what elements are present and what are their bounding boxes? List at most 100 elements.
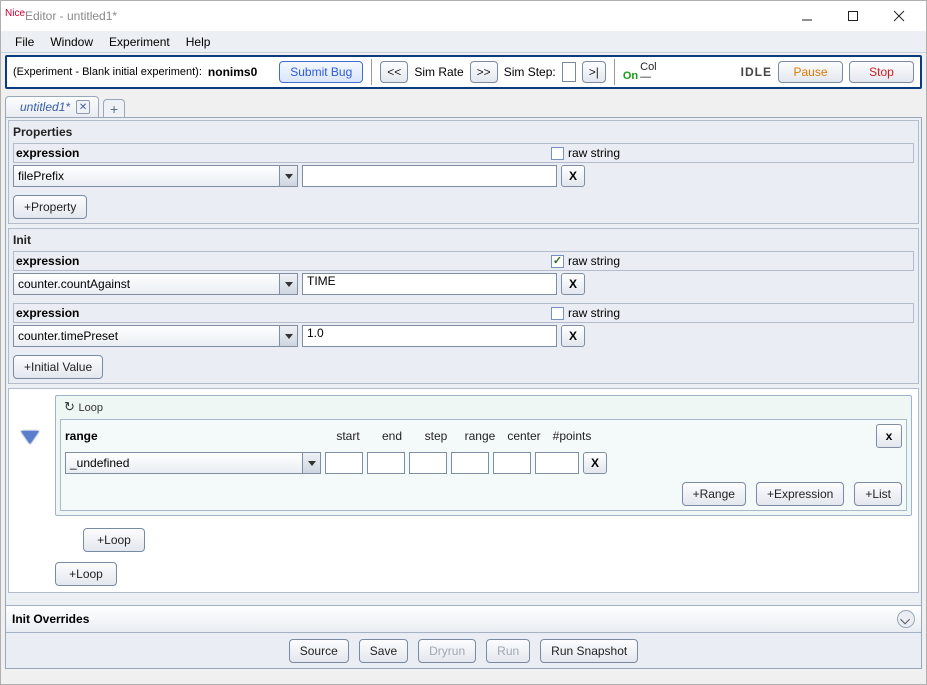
init-row: counter.timePreset 1.0 X xyxy=(13,325,914,347)
sim-step-input[interactable] xyxy=(562,62,576,82)
source-button[interactable]: Source xyxy=(289,639,349,663)
raw-string-checkbox[interactable] xyxy=(551,147,564,160)
window-title: Editor - untitled1* xyxy=(25,9,117,23)
menu-help[interactable]: Help xyxy=(178,33,219,51)
col-end: end xyxy=(373,429,411,443)
add-list-button[interactable]: +List xyxy=(854,482,902,506)
init-section: Init expression raw string counter.count… xyxy=(8,228,919,384)
separator xyxy=(371,59,372,85)
status-idle: IDLE xyxy=(741,65,772,79)
sim-rate-back-button[interactable]: << xyxy=(380,61,408,83)
save-button[interactable]: Save xyxy=(359,639,408,663)
property-row: filePrefix X xyxy=(13,165,914,187)
property-row-header: expression raw string xyxy=(13,143,914,163)
expression-label: expression xyxy=(16,146,256,160)
end-input[interactable] xyxy=(367,452,405,474)
loop-inner: range start end step range center #point… xyxy=(60,419,907,511)
sim-step-end-button[interactable]: >| xyxy=(582,61,606,83)
bottom-bar: Source Save Dryrun Run Run Snapshot xyxy=(6,632,921,668)
toolbar: (Experiment - Blank initial experiment):… xyxy=(5,55,922,89)
center-input[interactable] xyxy=(493,452,531,474)
expand-icon[interactable] xyxy=(897,610,915,628)
tab-strip: untitled1* ✕ + xyxy=(5,93,922,117)
loop-tab-label: Loop xyxy=(58,397,109,417)
expression-label: expression xyxy=(16,254,256,268)
init-title: Init xyxy=(13,233,914,247)
sim-rate-fwd-button[interactable]: >> xyxy=(470,61,498,83)
work-area: Properties expression raw string filePre… xyxy=(5,117,922,669)
range-label: range xyxy=(65,429,325,443)
sim-step-label: Sim Step: xyxy=(504,65,556,79)
remove-range-row-button[interactable]: X xyxy=(583,452,607,474)
window-titlebar: Nice Editor - untitled1* xyxy=(1,1,926,31)
points-input[interactable] xyxy=(535,452,579,474)
loop-box: Loop range start end step range center #… xyxy=(55,395,912,516)
separator xyxy=(614,59,615,85)
range-input[interactable] xyxy=(451,452,489,474)
remove-loop-button[interactable]: x xyxy=(876,424,902,448)
minimize-button[interactable] xyxy=(784,1,830,31)
add-initial-value-button[interactable]: +Initial Value xyxy=(13,355,103,379)
range-columns: start end step range center #points xyxy=(329,429,595,443)
add-loop-outer-button[interactable]: +Loop xyxy=(55,562,117,586)
properties-section: Properties expression raw string filePre… xyxy=(8,120,919,224)
close-window-button[interactable] xyxy=(876,1,922,31)
dropdown-value: counter.timePreset xyxy=(18,329,118,343)
col-points: #points xyxy=(549,429,595,443)
experiment-name-label: (Experiment - Blank initial experiment): xyxy=(13,67,202,78)
init-overrides-title: Init Overrides xyxy=(12,612,89,626)
sim-rate-label: Sim Rate xyxy=(414,65,463,79)
chevron-down-icon xyxy=(279,326,297,346)
init-dropdown[interactable]: counter.timePreset xyxy=(13,325,298,347)
menu-experiment[interactable]: Experiment xyxy=(101,33,178,51)
raw-string-label: raw string xyxy=(568,306,620,320)
plus-icon: + xyxy=(110,104,118,114)
init-value-input[interactable]: 1.0 xyxy=(302,325,557,347)
remove-init-button[interactable]: X xyxy=(561,273,585,295)
add-expression-button[interactable]: +Expression xyxy=(756,482,844,506)
dryrun-button[interactable]: Dryrun xyxy=(418,639,476,663)
raw-string-checkbox[interactable] xyxy=(551,255,564,268)
document-tab[interactable]: untitled1* ✕ xyxy=(5,96,99,117)
expression-label: expression xyxy=(16,306,256,320)
init-value-input[interactable]: TIME xyxy=(302,273,557,295)
username-label: nonims0 xyxy=(208,65,257,79)
chevron-down-icon xyxy=(279,274,297,294)
add-range-button[interactable]: +Range xyxy=(682,482,746,506)
add-tab-button[interactable]: + xyxy=(103,99,125,117)
raw-string-label: raw string xyxy=(568,146,620,160)
step-input[interactable] xyxy=(409,452,447,474)
tab-close-button[interactable]: ✕ xyxy=(76,100,90,114)
add-property-button[interactable]: +Property xyxy=(13,195,87,219)
col-range: range xyxy=(461,429,499,443)
remove-init-button[interactable]: X xyxy=(561,325,585,347)
init-row-header: expression raw string xyxy=(13,251,914,271)
pause-button[interactable]: Pause xyxy=(778,61,843,83)
tab-label: untitled1* xyxy=(20,100,70,114)
menu-file[interactable]: File xyxy=(7,33,42,51)
dropdown-value: counter.countAgainst xyxy=(18,277,130,291)
raw-string-checkbox[interactable] xyxy=(551,307,564,320)
property-dropdown[interactable]: filePrefix xyxy=(13,165,298,187)
range-dropdown[interactable]: _undefined xyxy=(65,452,321,474)
submit-bug-button[interactable]: Submit Bug xyxy=(279,61,363,83)
loop-collapse-icon[interactable] xyxy=(15,395,45,444)
down-triangle-icon xyxy=(21,431,39,444)
run-button[interactable]: Run xyxy=(486,639,530,663)
property-value-input[interactable] xyxy=(302,165,557,187)
col-start: start xyxy=(329,429,367,443)
maximize-button[interactable] xyxy=(830,1,876,31)
add-loop-inner-button[interactable]: +Loop xyxy=(83,528,145,552)
remove-property-button[interactable]: X xyxy=(561,165,585,187)
start-input[interactable] xyxy=(325,452,363,474)
menu-window[interactable]: Window xyxy=(42,33,101,51)
run-snapshot-button[interactable]: Run Snapshot xyxy=(540,639,638,663)
col-sub: — xyxy=(640,72,657,82)
init-overrides-bar[interactable]: Init Overrides xyxy=(6,605,921,632)
raw-string-label: raw string xyxy=(568,254,620,268)
init-row: counter.countAgainst TIME X xyxy=(13,273,914,295)
stop-button[interactable]: Stop xyxy=(849,61,914,83)
menubar: File Window Experiment Help xyxy=(1,31,926,53)
chevron-down-icon xyxy=(279,166,297,186)
init-dropdown[interactable]: counter.countAgainst xyxy=(13,273,298,295)
